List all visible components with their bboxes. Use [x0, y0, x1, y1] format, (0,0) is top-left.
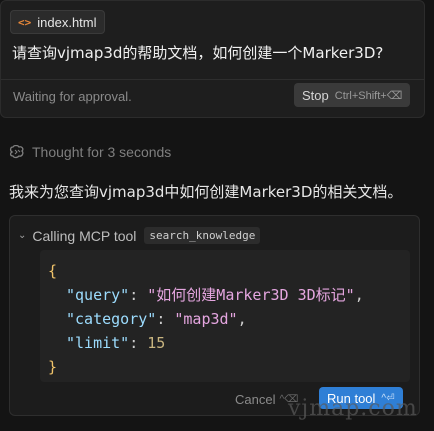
- divider: [1, 79, 424, 80]
- stop-button-label: Stop: [302, 87, 329, 103]
- status-text: Waiting for approval.: [13, 89, 132, 104]
- watermark: vjmap.com: [288, 396, 418, 421]
- code-key-query: "query": [66, 286, 130, 304]
- chevron-down-icon: ⌄: [18, 230, 27, 241]
- tool-call-title: Calling MCP tool: [32, 227, 137, 244]
- stop-shortcut: Ctrl+Shift+⌫: [334, 89, 403, 102]
- stop-button[interactable]: Stop Ctrl+Shift+⌫: [294, 83, 411, 107]
- file-context-chip[interactable]: <> index.html: [10, 10, 105, 34]
- code-open-brace: {: [48, 262, 58, 280]
- user-message-text: 请查询vjmap3d的帮助文档，如何创建一个Marker3D?: [12, 44, 384, 62]
- code-value-query: "如何创建Marker3D 3D标记": [147, 286, 355, 304]
- code-key-limit: "limit": [66, 334, 130, 352]
- thought-indicator[interactable]: Thought for 3 seconds: [9, 144, 171, 160]
- code-icon: <>: [18, 15, 32, 29]
- tool-arguments-code: {"query": "如何创建Marker3D 3D标记", "category"…: [40, 250, 410, 382]
- code-key-category: "category": [66, 310, 157, 328]
- code-value-limit: 15: [147, 334, 166, 352]
- tool-call-card: ⌄ Calling MCP tool search_knowledge { "qu…: [9, 215, 420, 416]
- user-message-card: <> index.html 请查询vjmap3d的帮助文档，如何创建一个Mark…: [0, 0, 425, 118]
- code-value-category: "map3d": [174, 310, 238, 328]
- brain-icon: [9, 145, 25, 159]
- assistant-message-text: 我来为您查询vjmap3d中如何创建Marker3D的相关文档。: [9, 183, 403, 201]
- tool-name-badge: search_knowledge: [144, 227, 261, 244]
- file-chip-label: index.html: [37, 14, 97, 30]
- code-close-brace: }: [48, 358, 58, 376]
- tool-call-header[interactable]: ⌄ Calling MCP tool search_knowledge: [18, 227, 261, 244]
- cancel-button-label: Cancel: [235, 392, 276, 407]
- thought-text: Thought for 3 seconds: [32, 144, 172, 160]
